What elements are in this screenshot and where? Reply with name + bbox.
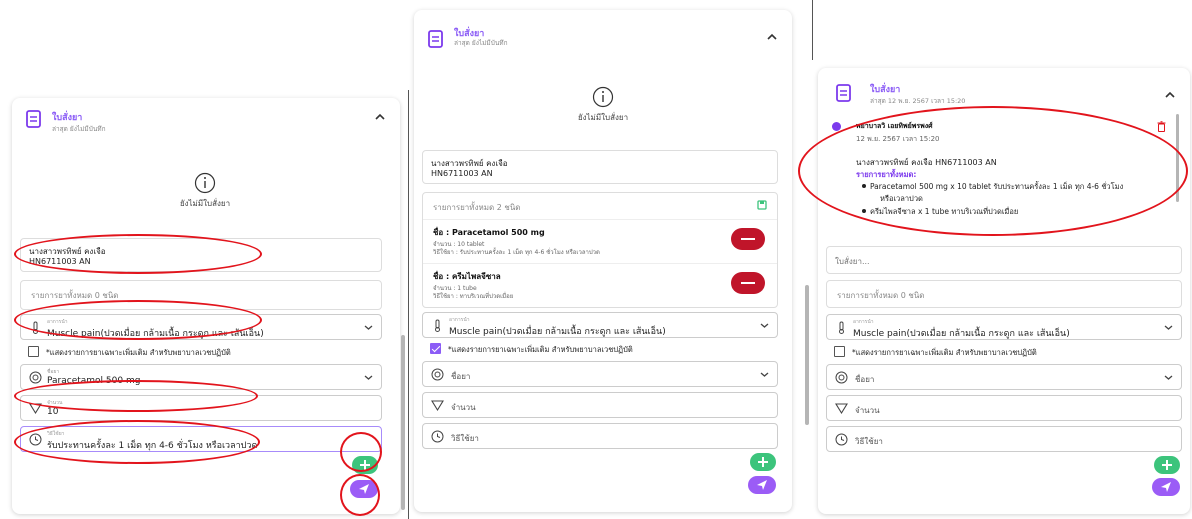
drug-item-name: ชื่อ : ครีมไพลจีซาล	[433, 272, 501, 281]
funnel-icon	[835, 403, 848, 415]
chevron-up-icon[interactable]	[374, 112, 386, 122]
annotation-oval	[14, 234, 262, 274]
drug-name-placeholder: ชื่อยา	[451, 372, 471, 381]
clock-icon	[431, 430, 444, 443]
drug-item-name: ชื่อ : Paracetamol 500 mg	[433, 228, 545, 237]
panel-header[interactable]: ใบสั่งยา ล่าสุด ยังไม่มีบันทึก	[12, 98, 400, 142]
document-icon	[26, 110, 41, 128]
quantity-placeholder: จำนวน	[451, 403, 476, 412]
quantity-input[interactable]: จำนวน	[422, 392, 778, 418]
annotation-oval	[14, 420, 260, 464]
chevron-down-icon	[760, 323, 769, 328]
panel-a-scrollbar[interactable]	[401, 335, 405, 510]
extra-drug-list-checkbox[interactable]	[834, 346, 845, 357]
add-drug-button[interactable]	[750, 453, 776, 471]
panel-header[interactable]: ใบสั่งยา ล่าสุด ยังไม่มีบันทึก	[414, 10, 792, 54]
drug-list-item: ชื่อ : ครีมไพลจีซาล จำนวน : 1 tube วิธีใ…	[423, 263, 777, 307]
document-icon	[836, 84, 851, 102]
latest-record-text: ล่าสุด 12 พ.ย. 2567 เวลา 15:20	[870, 97, 966, 105]
info-icon	[194, 172, 216, 194]
panel-title: ใบสั่งยา	[52, 113, 83, 123]
remove-drug-button[interactable]	[731, 228, 765, 250]
extra-drug-list-label: *แสดงรายการยาเฉพาะเพิ่มเติม สำหรับพยาบาล…	[448, 345, 633, 354]
drug-name-select[interactable]: ชื่อยา	[422, 361, 778, 387]
thermometer-icon	[839, 321, 844, 334]
drug-summary-text: รายการยาทั้งหมด 2 ชนิด	[433, 203, 521, 212]
chevron-down-icon	[1164, 325, 1173, 330]
info-icon	[592, 86, 614, 108]
panel-title: ใบสั่งยา	[870, 85, 901, 95]
drug-name-label: ชื่อยา	[47, 369, 60, 375]
drug-item-usage: วิธีใช้ยา : ทาบริเวณที่ปวดเมื่อย	[433, 293, 514, 300]
divider-left	[408, 90, 409, 519]
document-icon	[428, 30, 443, 48]
pill-icon	[29, 371, 42, 384]
annotation-oval	[798, 106, 1188, 236]
chevron-down-icon	[364, 325, 373, 330]
chevron-up-icon[interactable]	[1164, 90, 1176, 100]
drug-summary-box: รายการยาทั้งหมด 0 ชนิด	[826, 280, 1182, 308]
order-note-placeholder: ใบสั่งยา...	[835, 257, 870, 266]
latest-record-text: ล่าสุด ยังไม่มีบันทึก	[52, 125, 106, 133]
drug-name-select[interactable]: ชื่อยา	[826, 364, 1182, 390]
drug-list-item: ชื่อ : Paracetamol 500 mg จำนวน : 10 tab…	[423, 219, 777, 263]
drug-list-box: รายการยาทั้งหมด 2 ชนิด ชื่อ : Paracetamo…	[422, 192, 778, 308]
annotation-oval	[14, 300, 262, 340]
annotation-oval	[340, 474, 380, 516]
symptom-select[interactable]: อาการนำ Muscle pain(ปวดเมื่อย กล้ามเนื้อ…	[826, 314, 1182, 340]
send-button[interactable]	[1152, 478, 1180, 496]
symptom-label: อาการนำ	[853, 319, 874, 325]
panel-b-scrollbar[interactable]	[805, 285, 809, 425]
order-note-input[interactable]: ใบสั่งยา...	[826, 246, 1182, 274]
extra-drug-list-checkbox[interactable]	[430, 343, 441, 354]
send-icon	[757, 480, 767, 490]
clock-icon	[835, 433, 848, 446]
add-drug-button[interactable]	[1154, 456, 1180, 474]
funnel-icon	[431, 400, 444, 412]
divider-right	[812, 0, 813, 60]
latest-record-text: ล่าสุด ยังไม่มีบันทึก	[454, 39, 508, 47]
chevron-down-icon	[364, 375, 373, 380]
extra-drug-list-label: *แสดงรายการยาเฉพาะเพิ่มเติม สำหรับพยาบาล…	[46, 348, 231, 357]
prescription-panel-b: ใบสั่งยา ล่าสุด ยังไม่มีบันทึก ยังไม่มีใ…	[414, 10, 792, 512]
pill-icon	[835, 371, 848, 384]
symptom-value: Muscle pain(ปวดเมื่อย กล้ามเนื้อ กระดูก …	[449, 327, 666, 337]
symptom-select[interactable]: อาการนำ Muscle pain(ปวดเมื่อย กล้ามเนื้อ…	[422, 312, 778, 338]
usage-input[interactable]: วิธีใช้ยา	[422, 423, 778, 449]
annotation-oval	[340, 432, 382, 472]
usage-placeholder: วิธีใช้ยา	[451, 434, 479, 443]
quantity-placeholder: จำนวน	[855, 406, 880, 415]
usage-placeholder: วิธีใช้ยา	[855, 437, 883, 446]
trash-icon[interactable]	[1157, 121, 1166, 132]
extra-drug-list-checkbox[interactable]	[28, 346, 39, 357]
symptom-label: อาการนำ	[449, 317, 470, 323]
symptom-value: Muscle pain(ปวดเมื่อย กล้ามเนื้อ กระดูก …	[853, 329, 1070, 339]
send-icon	[1161, 482, 1171, 492]
chevron-down-icon	[760, 372, 769, 377]
no-order-text: ยังไม่มีใบสั่งยา	[577, 113, 629, 122]
quantity-input[interactable]: จำนวน	[826, 395, 1182, 421]
quantity-value: 10	[47, 407, 59, 417]
annotation-oval	[14, 380, 258, 412]
chevron-down-icon	[1164, 375, 1173, 380]
usage-input[interactable]: วิธีใช้ยา	[826, 426, 1182, 452]
thermometer-icon	[435, 319, 440, 332]
drug-name-placeholder: ชื่อยา	[855, 375, 875, 384]
send-button[interactable]	[748, 476, 776, 494]
drug-item-usage: วิธีใช้ยา : รับประทานครั้งละ 1 เม็ด ทุก …	[433, 249, 600, 256]
save-icon[interactable]	[757, 200, 767, 210]
pill-icon	[431, 368, 444, 381]
patient-info-box: นางสาวพรทิพย์ คงเจือ HN6711003 AN	[422, 150, 778, 184]
drug-summary-text: รายการยาทั้งหมด 0 ชนิด	[837, 291, 925, 300]
patient-hn: HN6711003 AN	[431, 169, 493, 178]
chevron-up-icon[interactable]	[766, 32, 778, 42]
no-order-text: ยังไม่มีใบสั่งยา	[179, 199, 231, 208]
extra-drug-list-label: *แสดงรายการยาเฉพาะเพิ่มเติม สำหรับพยาบาล…	[852, 348, 1037, 357]
remove-drug-button[interactable]	[731, 272, 765, 294]
